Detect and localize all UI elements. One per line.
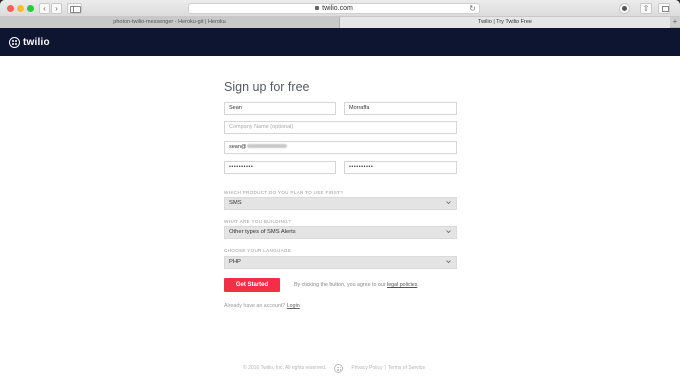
get-started-button[interactable]: Get Started [224, 278, 280, 292]
email-value: sean@ [229, 144, 247, 150]
chevron-down-icon [446, 200, 451, 205]
minimize-window-button[interactable] [17, 5, 24, 12]
email-input[interactable]: sean@ [224, 141, 457, 154]
agree-text-prefix: By clicking the button, you agree to our [294, 282, 388, 288]
address-bar[interactable]: twilio.com ↻ [188, 3, 480, 14]
agree-text-end: . [417, 282, 419, 288]
language-select[interactable]: PHP [224, 256, 457, 269]
language-label: CHOOSE YOUR LANGUAGE [224, 248, 292, 253]
chevron-down-icon [446, 229, 451, 234]
tab-bar: photon-twilio-messenger - Heroku-git | H… [0, 17, 680, 28]
first-name-input[interactable]: Sean [224, 102, 336, 115]
reload-icon[interactable]: ↻ [469, 4, 476, 14]
language-select-value: PHP [229, 259, 241, 265]
last-name-input[interactable]: Morraffa [344, 102, 457, 115]
twilio-logo-icon [9, 36, 20, 48]
site-header: twilio [0, 28, 680, 56]
copyright-text: © 2016 Twilio, Inc. All rights reserved. [243, 365, 327, 371]
zoom-window-button[interactable] [27, 5, 34, 12]
twilio-footer-icon [334, 363, 344, 373]
new-tab-button[interactable]: + [670, 17, 680, 28]
login-prompt-text: Already have an account? [224, 303, 287, 309]
email-redacted [246, 144, 287, 148]
agree-text: By clicking the button, you agree to our… [294, 282, 419, 288]
building-label: WHAT ARE YOU BUILDING? [224, 219, 291, 224]
tab-heroku[interactable]: photon-twilio-messenger - Heroku-git | H… [0, 17, 340, 28]
footer-separator: | [384, 365, 386, 371]
password-input[interactable]: •••••••••• [224, 161, 336, 174]
legal-policies-link[interactable]: legal policies [387, 282, 417, 288]
share-icon[interactable]: ⇧ [640, 3, 652, 14]
sidebar-toggle-icon[interactable] [67, 3, 82, 14]
product-select[interactable]: SMS [224, 197, 457, 210]
close-window-button[interactable] [7, 5, 14, 12]
tab-twilio[interactable]: Twilio | Try Twilio Free [340, 17, 670, 28]
password-confirm-input[interactable]: •••••••••• [344, 161, 457, 174]
login-prompt: Already have an account? Login [224, 303, 300, 309]
lock-icon [315, 6, 320, 10]
company-name-input[interactable]: Company Name (optional) [224, 121, 457, 134]
browser-toolbar: ‹ › twilio.com ↻ ⇧ [0, 0, 680, 17]
show-tabs-icon[interactable] [658, 3, 670, 14]
downloads-icon[interactable] [619, 3, 630, 14]
chevron-down-icon [446, 259, 451, 264]
building-select[interactable]: Other types of SMS Alerts [224, 226, 457, 239]
product-label: WHICH PRODUCT DO YOU PLAN TO USE FIRST? [224, 190, 344, 195]
browser-window: ‹ › twilio.com ↻ ⇧ photon-twilio-messeng… [0, 0, 680, 388]
site-footer: © 2016 Twilio, Inc. All rights reserved.… [243, 362, 425, 374]
forward-button[interactable]: › [51, 3, 62, 14]
page-title: Sign up for free [224, 80, 310, 94]
address-url: twilio.com [322, 5, 353, 12]
logo-text: twilio [23, 36, 50, 48]
building-select-value: Other types of SMS Alerts [229, 229, 296, 235]
twilio-logo[interactable]: twilio [9, 36, 50, 48]
terms-of-service-link[interactable]: Terms of Service [388, 365, 425, 371]
back-button[interactable]: ‹ [39, 3, 50, 14]
privacy-policy-link[interactable]: Privacy Policy [351, 365, 382, 371]
login-link[interactable]: Login [287, 303, 300, 309]
product-select-value: SMS [229, 200, 242, 206]
